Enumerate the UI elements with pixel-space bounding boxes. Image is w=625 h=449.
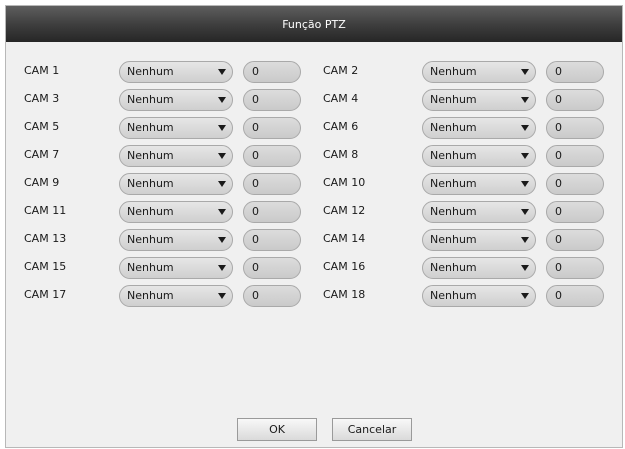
protocol-select[interactable]: Nenhum [119, 285, 233, 307]
protocol-select-value: Nenhum [430, 121, 477, 134]
protocol-select-value: Nenhum [127, 205, 174, 218]
address-input[interactable]: 0 [243, 61, 301, 83]
protocol-select[interactable]: Nenhum [422, 117, 536, 139]
camera-label: CAM 7 [24, 148, 60, 161]
camera-label: CAM 13 [24, 232, 67, 245]
address-input[interactable]: 0 [243, 257, 301, 279]
cancel-button[interactable]: Cancelar [332, 418, 412, 441]
chevron-down-icon [218, 293, 226, 299]
protocol-select-value: Nenhum [127, 289, 174, 302]
protocol-select-value: Nenhum [430, 261, 477, 274]
protocol-select[interactable]: Nenhum [119, 173, 233, 195]
address-input[interactable]: 0 [546, 89, 604, 111]
dialog-title: Função PTZ [282, 17, 346, 31]
protocol-select[interactable]: Nenhum [119, 61, 233, 83]
camera-label: CAM 6 [323, 120, 359, 133]
chevron-down-icon [218, 209, 226, 215]
address-input[interactable]: 0 [546, 145, 604, 167]
protocol-select[interactable]: Nenhum [422, 145, 536, 167]
protocol-select-value: Nenhum [430, 289, 477, 302]
camera-label: CAM 17 [24, 288, 67, 301]
chevron-down-icon [218, 69, 226, 75]
protocol-select-value: Nenhum [430, 233, 477, 246]
address-input[interactable]: 0 [243, 173, 301, 195]
camera-label: CAM 9 [24, 176, 60, 189]
address-input[interactable]: 0 [546, 257, 604, 279]
protocol-select-value: Nenhum [127, 149, 174, 162]
protocol-select-value: Nenhum [127, 261, 174, 274]
address-input[interactable]: 0 [243, 145, 301, 167]
address-input[interactable]: 0 [546, 117, 604, 139]
ok-button[interactable]: OK [237, 418, 317, 441]
protocol-select-value: Nenhum [127, 65, 174, 78]
protocol-select-value: Nenhum [430, 65, 477, 78]
protocol-select-value: Nenhum [430, 205, 477, 218]
protocol-select[interactable]: Nenhum [422, 201, 536, 223]
address-input[interactable]: 0 [243, 89, 301, 111]
protocol-select[interactable]: Nenhum [119, 117, 233, 139]
protocol-select-value: Nenhum [127, 121, 174, 134]
address-input[interactable]: 0 [243, 229, 301, 251]
address-input[interactable]: 0 [546, 173, 604, 195]
chevron-down-icon [521, 69, 529, 75]
protocol-select-value: Nenhum [430, 177, 477, 190]
protocol-select-value: Nenhum [127, 233, 174, 246]
camera-label: CAM 18 [323, 288, 366, 301]
camera-label: CAM 15 [24, 260, 67, 273]
chevron-down-icon [521, 293, 529, 299]
protocol-select-value: Nenhum [127, 177, 174, 190]
camera-label: CAM 11 [24, 204, 67, 217]
chevron-down-icon [521, 209, 529, 215]
protocol-select-value: Nenhum [127, 93, 174, 106]
address-input[interactable]: 0 [546, 61, 604, 83]
protocol-select[interactable]: Nenhum [422, 285, 536, 307]
protocol-select[interactable]: Nenhum [422, 173, 536, 195]
chevron-down-icon [521, 125, 529, 131]
address-input[interactable]: 0 [243, 201, 301, 223]
chevron-down-icon [218, 265, 226, 271]
chevron-down-icon [521, 97, 529, 103]
protocol-select[interactable]: Nenhum [119, 257, 233, 279]
address-input[interactable]: 0 [243, 285, 301, 307]
camera-label: CAM 16 [323, 260, 366, 273]
protocol-select-value: Nenhum [430, 93, 477, 106]
camera-label: CAM 12 [323, 204, 366, 217]
chevron-down-icon [218, 125, 226, 131]
camera-label: CAM 2 [323, 64, 359, 77]
chevron-down-icon [218, 97, 226, 103]
camera-label: CAM 3 [24, 92, 60, 105]
protocol-select[interactable]: Nenhum [422, 61, 536, 83]
camera-label: CAM 5 [24, 120, 60, 133]
address-input[interactable]: 0 [546, 229, 604, 251]
chevron-down-icon [521, 237, 529, 243]
protocol-select[interactable]: Nenhum [422, 257, 536, 279]
camera-label: CAM 8 [323, 148, 359, 161]
chevron-down-icon [218, 181, 226, 187]
camera-label: CAM 4 [323, 92, 359, 105]
protocol-select[interactable]: Nenhum [422, 229, 536, 251]
dialog-title-bar: Função PTZ [6, 6, 622, 42]
protocol-select-value: Nenhum [430, 149, 477, 162]
camera-label: CAM 10 [323, 176, 366, 189]
chevron-down-icon [521, 181, 529, 187]
chevron-down-icon [218, 237, 226, 243]
chevron-down-icon [521, 265, 529, 271]
chevron-down-icon [521, 153, 529, 159]
chevron-down-icon [218, 153, 226, 159]
address-input[interactable]: 0 [546, 285, 604, 307]
protocol-select[interactable]: Nenhum [422, 89, 536, 111]
ptz-function-dialog: Função PTZ CAM 1 Nenhum 0 CAM 2 Nenhum 0 CAM 3… [5, 5, 623, 448]
protocol-select[interactable]: Nenhum [119, 229, 233, 251]
protocol-select[interactable]: Nenhum [119, 89, 233, 111]
camera-label: CAM 14 [323, 232, 366, 245]
protocol-select[interactable]: Nenhum [119, 201, 233, 223]
address-input[interactable]: 0 [546, 201, 604, 223]
protocol-select[interactable]: Nenhum [119, 145, 233, 167]
camera-label: CAM 1 [24, 64, 60, 77]
address-input[interactable]: 0 [243, 117, 301, 139]
